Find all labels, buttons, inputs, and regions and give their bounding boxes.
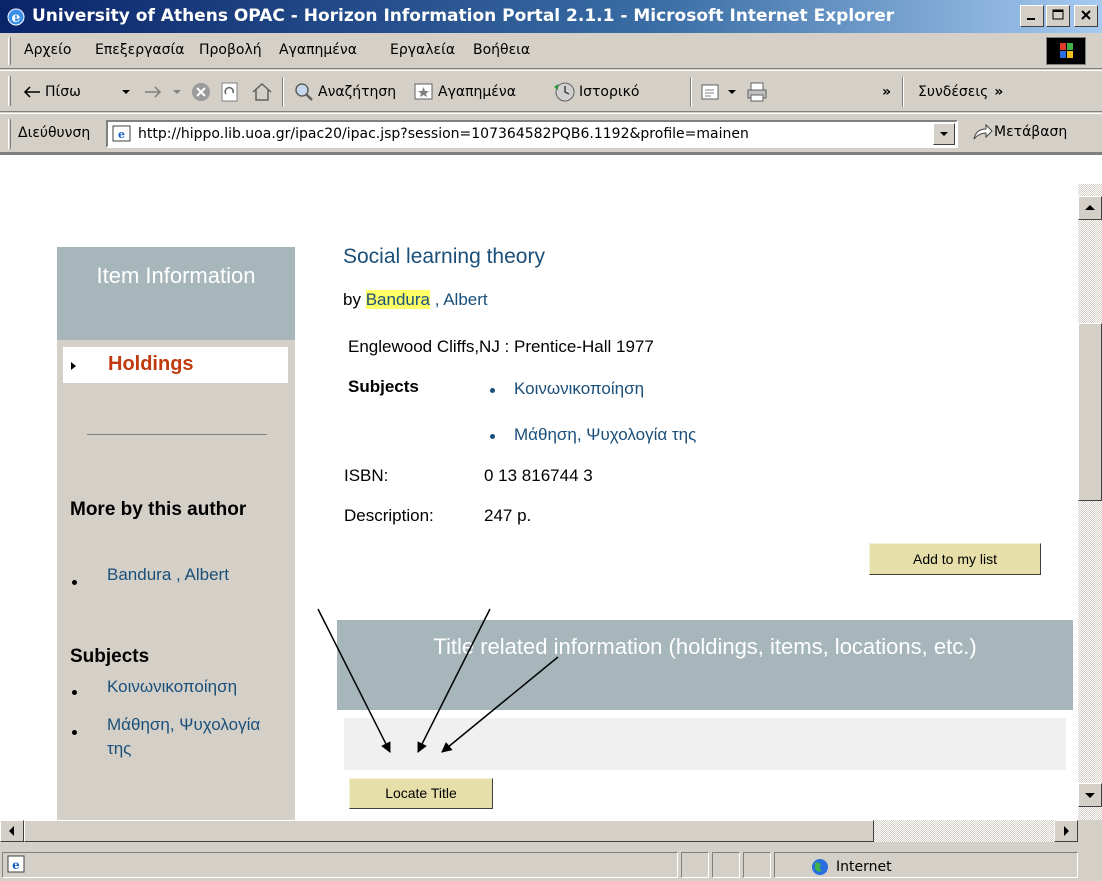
globe-icon [812, 859, 828, 875]
status-cell [712, 852, 740, 878]
arrow-down-icon [1085, 793, 1095, 798]
page-status-icon: e [7, 855, 25, 873]
svg-text:e: e [12, 858, 20, 872]
arrow-left-icon [9, 826, 14, 836]
annotation-arrow [317, 608, 391, 753]
status-cell [743, 852, 771, 878]
scroll-right-button[interactable] [1054, 820, 1078, 842]
annotation-arrow [417, 608, 491, 753]
status-bar: e Internet [0, 842, 1102, 881]
scroll-up-button[interactable] [1078, 196, 1102, 220]
annotation-arrows [317, 608, 559, 753]
scroll-left-button[interactable] [0, 820, 24, 842]
horizontal-scroll-thumb[interactable] [24, 820, 874, 842]
vertical-scrollbar[interactable] [1078, 184, 1102, 820]
browser-window: e University of Athens OPAC - Horizon In… [0, 0, 1102, 881]
vertical-scroll-thumb[interactable] [1078, 323, 1102, 501]
status-cell [681, 852, 709, 878]
status-main-cell: e [2, 852, 678, 878]
scroll-corner [1078, 820, 1102, 842]
zone-label: Internet [836, 859, 892, 875]
scroll-down-button[interactable] [1078, 783, 1102, 807]
arrow-right-icon [1064, 826, 1069, 836]
security-zone: Internet [810, 857, 892, 877]
arrow-up-icon [1085, 205, 1095, 210]
